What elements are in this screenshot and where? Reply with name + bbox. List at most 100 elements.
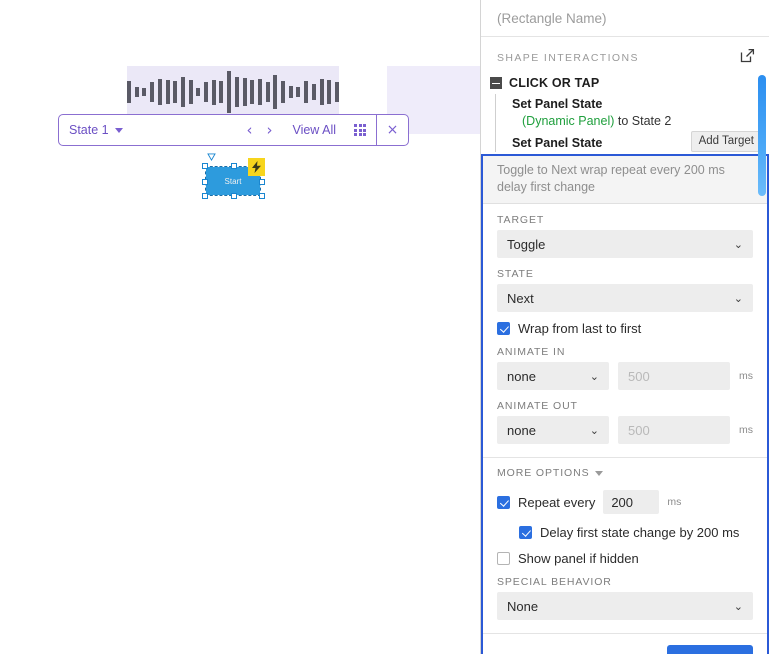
waveform-bar [327, 80, 331, 104]
repeat-every-checkbox[interactable] [497, 496, 510, 509]
waveform-bar [127, 81, 131, 103]
state-nav-controls[interactable]: ‹ › View All [246, 123, 376, 138]
wrap-checkbox-row[interactable]: Wrap from last to first [497, 321, 753, 336]
resize-handle-top-center[interactable] [231, 163, 237, 169]
external-link-icon[interactable] [740, 48, 755, 68]
wrap-checkbox-label: Wrap from last to first [518, 321, 641, 336]
add-target-button[interactable]: Add Target [691, 131, 762, 152]
chevron-down-icon: ⌄ [590, 370, 599, 383]
animate-in-duration-placeholder: 500 [628, 369, 650, 384]
show-panel-checkbox[interactable] [497, 552, 510, 565]
waveform-bar [320, 79, 324, 105]
waveform-bar [258, 79, 262, 105]
show-panel-row[interactable]: Show panel if hidden [483, 551, 767, 566]
chevron-down-icon: ⌄ [734, 292, 743, 305]
waveform-bar [173, 81, 177, 103]
resize-handle-bottom-center[interactable] [231, 193, 237, 199]
start-shape-label: Start [225, 177, 242, 186]
action-title-1[interactable]: Set Panel State [496, 133, 602, 151]
wrap-checkbox[interactable] [497, 322, 510, 335]
chevron-down-icon: ⌄ [734, 238, 743, 251]
resize-handle-top-left[interactable] [202, 163, 208, 169]
state-label: STATE [497, 268, 753, 280]
resize-handle-bottom-left[interactable] [202, 193, 208, 199]
state-selector-label: State 1 [69, 123, 109, 137]
more-options-toggle[interactable]: MORE OPTIONS [483, 458, 767, 479]
waveform-bar [281, 81, 285, 103]
special-behavior-value: None [507, 599, 538, 614]
more-options-label: MORE OPTIONS [497, 467, 589, 479]
waveform-bar [235, 77, 239, 107]
target-select[interactable]: Toggle ⌄ [497, 230, 753, 258]
waveform-bar [227, 71, 231, 113]
action-editor: Toggle to Next wrap repeat every 200 ms … [481, 154, 769, 654]
animate-in-duration-input[interactable]: 500 [618, 362, 730, 390]
repeat-every-unit: ms [667, 496, 681, 508]
animate-in-value: none [507, 369, 536, 384]
rotation-handle-icon[interactable] [207, 153, 216, 161]
action-row-1[interactable]: Set Panel State Add Target [496, 131, 769, 152]
delay-first-change-row[interactable]: Delay first state change by 200 ms [483, 525, 767, 540]
state-selector[interactable]: State 1 [59, 123, 246, 137]
selected-widget[interactable]: Start [206, 167, 260, 195]
waveform-bar [142, 88, 146, 96]
design-canvas[interactable]: State 1 ‹ › View All × Start [0, 0, 481, 654]
waveform-bar [166, 80, 170, 104]
state-select-value: Next [507, 291, 534, 306]
view-all-button[interactable]: View All [292, 123, 336, 137]
animate-in-select[interactable]: none ⌄ [497, 362, 609, 390]
widget-name-placeholder: (Rectangle Name) [497, 11, 607, 26]
waveform-bar [243, 78, 247, 106]
chevron-down-icon [115, 128, 123, 133]
waveform-bar [204, 82, 208, 102]
grid-icon[interactable] [354, 124, 366, 136]
animate-out-duration-input[interactable]: 500 [618, 416, 730, 444]
done-button[interactable]: Done [667, 645, 753, 654]
minus-square-icon[interactable] [490, 77, 502, 89]
special-behavior-group: SPECIAL BEHAVIOR None ⌄ [483, 576, 767, 620]
state-select[interactable]: Next ⌄ [497, 284, 753, 312]
close-state-toolbar-button[interactable]: × [376, 115, 408, 145]
interactions-panel[interactable]: (Rectangle Name) SHAPE INTERACTIONS CLIC… [481, 0, 769, 654]
special-behavior-select[interactable]: None ⌄ [497, 592, 753, 620]
animate-out-value: none [507, 423, 536, 438]
panel-scrollbar-thumb[interactable] [758, 75, 766, 196]
animate-out-select[interactable]: none ⌄ [497, 416, 609, 444]
editor-fields: TARGET Toggle ⌄ STATE Next ⌄ Wrap from l… [483, 214, 767, 444]
action-target-detail: to State 2 [614, 114, 671, 128]
waveform-bar [219, 81, 223, 103]
waveform-bar [296, 87, 300, 97]
lightning-bolt-icon[interactable] [248, 158, 265, 176]
chevron-down-icon: ⌄ [590, 424, 599, 437]
repeat-every-input[interactable]: 200 [603, 490, 659, 514]
waveform-bar [304, 81, 308, 103]
repeat-every-row[interactable]: Repeat every 200 ms [483, 490, 767, 514]
animate-in-unit: ms [739, 370, 753, 382]
panel-scrollbar[interactable] [759, 0, 768, 654]
waveform-bar [212, 80, 216, 105]
animate-out-row: none ⌄ 500 ms [497, 416, 753, 444]
action-title-0[interactable]: Set Panel State [496, 94, 769, 112]
animate-out-duration-placeholder: 500 [628, 423, 650, 438]
waveform-bar [335, 82, 339, 102]
next-state-icon[interactable]: › [266, 123, 272, 138]
waveform-bar [135, 87, 139, 97]
chevron-down-icon [595, 471, 603, 476]
action-summary: Toggle to Next wrap repeat every 200 ms … [483, 156, 767, 204]
waveform-bar [289, 86, 293, 98]
widget-name-input[interactable]: (Rectangle Name) [481, 0, 769, 37]
waveform-bar [150, 82, 154, 102]
panel-state-toolbar[interactable]: State 1 ‹ › View All × [58, 114, 409, 146]
resize-handle-middle-right[interactable] [259, 179, 265, 185]
editor-footer: Delete Done [483, 634, 767, 654]
action-target-0[interactable]: (Dynamic Panel) to State 2 [496, 112, 769, 131]
waveform-bar [266, 82, 270, 102]
event-click-or-tap[interactable]: CLICK OR TAP [481, 74, 769, 94]
previous-state-icon[interactable]: ‹ [246, 123, 252, 138]
delay-first-change-checkbox[interactable] [519, 526, 532, 539]
resize-handle-middle-left[interactable] [202, 179, 208, 185]
resize-handle-bottom-right[interactable] [259, 193, 265, 199]
chevron-down-icon: ⌄ [734, 600, 743, 613]
waveform-bar [250, 80, 254, 104]
interactions-section-header: SHAPE INTERACTIONS [481, 37, 769, 74]
